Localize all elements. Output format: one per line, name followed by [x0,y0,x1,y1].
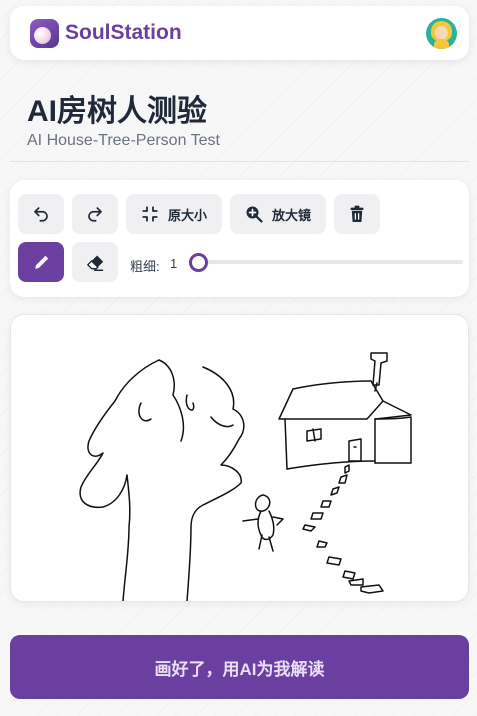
person-sketch [242,494,284,552]
original-size-button[interactable]: 原大小 [126,194,222,234]
drawing-toolbar: 原大小 放大镜 粗细: 1 [10,180,469,297]
undo-button[interactable] [18,194,64,234]
submit-ai-interpret-button[interactable]: 画好了，用AI为我解读 [10,635,469,699]
soulstation-logo-icon[interactable] [30,18,59,48]
trash-icon [350,205,364,222]
zoom-in-icon [246,206,263,223]
eraser-tool-button[interactable] [72,242,118,282]
stroke-width-label: 粗细: [130,259,160,274]
redo-icon [88,207,102,222]
path-stones-sketch [302,464,384,594]
pen-tool-button[interactable] [18,242,64,282]
pencil-icon [34,255,48,269]
redo-button[interactable] [72,194,118,234]
stroke-width-slider-thumb[interactable] [189,253,208,272]
original-size-label: 原大小 [167,207,207,223]
app-name[interactable]: SoulStation [65,21,182,45]
page-subtitle: AI House-Tree-Person Test [27,132,220,149]
house-sketch [278,352,412,470]
drawing-canvas[interactable] [10,314,469,602]
stroke-width-value: 1 [170,256,178,271]
tree-sketch [79,359,245,601]
magnifier-button[interactable]: 放大镜 [230,194,326,234]
clear-button[interactable] [334,194,380,234]
eraser-icon [86,255,103,271]
page-title: AI房树人测验 [27,95,207,128]
compress-icon [142,206,158,222]
user-avatar-icon[interactable] [426,17,457,49]
stroke-width-slider[interactable] [200,260,463,264]
undo-icon [34,207,48,222]
header-divider [10,161,469,162]
top-bar: SoulStation [10,6,469,60]
magnifier-label: 放大镜 [271,207,311,223]
